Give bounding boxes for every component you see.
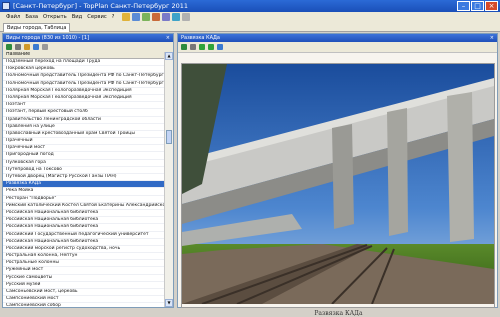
preview-toolbar xyxy=(178,42,497,53)
list-item[interactable]: Река Мойка xyxy=(3,188,166,196)
list-item[interactable]: Поэтант, первый крестовый столб xyxy=(3,109,166,117)
menu-view[interactable]: Вид xyxy=(72,14,83,20)
window-icon[interactable] xyxy=(162,13,171,21)
preview-pane: Развязка КАДа × Развязка КАДа xyxy=(177,33,498,317)
close-preview-icon[interactable]: × xyxy=(490,34,494,42)
list-item[interactable]: Полномочный представитель Президента РФ … xyxy=(3,73,166,81)
maximize-button[interactable]: □ xyxy=(471,1,484,11)
save-icon[interactable] xyxy=(132,13,141,21)
arrow-left-icon[interactable] xyxy=(199,44,205,50)
list-item[interactable]: Полномочный представитель Президента РФ … xyxy=(3,81,166,88)
list-item[interactable]: Ростральные колонны xyxy=(3,260,166,268)
tab-city-views[interactable]: Виды города, Таблица xyxy=(3,23,71,32)
tab-row: Виды города, Таблица xyxy=(0,22,500,32)
interchange-photo xyxy=(182,64,494,304)
filter-icon[interactable] xyxy=(24,44,30,50)
list-item[interactable]: Российский Государственный педагогически… xyxy=(3,232,166,239)
list-item[interactable]: Российская Национальная библиотека xyxy=(3,224,166,232)
list-item[interactable]: Римский католический Костёл Святой Екате… xyxy=(3,203,166,210)
list-item[interactable]: Русские самоцветы xyxy=(3,275,166,282)
scroll-down-icon[interactable]: ▼ xyxy=(165,299,173,307)
title-bar: [Санкт-Петербург] - TopPlan Санкт-Петерб… xyxy=(0,0,500,12)
list-item[interactable]: Ресторан "Подворье" xyxy=(3,196,166,203)
print-icon[interactable] xyxy=(190,44,196,50)
list-item[interactable]: Полярная Морская Геологоразведочная Эксп… xyxy=(3,88,166,95)
print-icon[interactable] xyxy=(15,44,21,50)
list-item[interactable]: Прачечный xyxy=(3,138,166,146)
list-item[interactable]: Сампсониевский собор xyxy=(3,303,166,307)
list-pane-header: Виды города (830 из 1010) - [1] × xyxy=(3,34,173,42)
scroll-thumb[interactable] xyxy=(166,130,172,144)
list-item[interactable]: Русский музей xyxy=(3,282,166,289)
check-icon[interactable] xyxy=(181,44,187,50)
column-header-name[interactable]: Название xyxy=(3,52,166,59)
menu-file[interactable]: Файл xyxy=(6,14,20,20)
close-pane-icon[interactable]: × xyxy=(166,34,170,42)
menu-base[interactable]: База xyxy=(25,14,38,20)
list-item[interactable]: Российская Национальная библиотека xyxy=(3,217,166,225)
folder-icon[interactable] xyxy=(122,13,131,21)
list-item[interactable]: Развязка КАДа xyxy=(3,181,166,189)
list-item[interactable]: Прачечный мост xyxy=(3,145,166,153)
list-item[interactable]: Пригородный погод xyxy=(3,152,166,160)
list-pane: Виды города (830 из 1010) - [1] × Назван… xyxy=(2,33,174,308)
settings-icon[interactable] xyxy=(182,13,191,21)
list-item[interactable]: Российская Национальная библиотека xyxy=(3,210,166,218)
refresh-icon[interactable] xyxy=(142,13,151,21)
menu-help[interactable]: ? xyxy=(112,14,115,20)
list-item[interactable]: Подземный переход на площади Труда xyxy=(3,59,166,67)
list-item[interactable]: Самсоньевский мост, церковь xyxy=(3,289,166,297)
arrow-right-icon[interactable] xyxy=(208,44,214,50)
photo-caption: Развязка КАДа xyxy=(314,310,363,317)
print-icon[interactable] xyxy=(152,13,161,21)
list-item[interactable]: Поэтант xyxy=(3,102,166,110)
menu-bar: Файл База Открыть Вид Сервис ? xyxy=(0,12,500,22)
window-title: [Санкт-Петербург] - TopPlan Санкт-Петерб… xyxy=(13,2,189,10)
list-item[interactable]: Российский морской регистр судоходства, … xyxy=(3,246,166,254)
list-item[interactable]: Сампсониевский мост xyxy=(3,296,166,304)
check-icon[interactable] xyxy=(6,44,12,50)
help-icon[interactable] xyxy=(172,13,181,21)
list-item[interactable]: Российская Национальная библиотека xyxy=(3,239,166,246)
list-item[interactable]: Полярная Морская Геологоразведочная Эксп… xyxy=(3,95,166,103)
close-button[interactable]: × xyxy=(485,1,498,11)
list-item[interactable]: Ростральная колонна, Нептун xyxy=(3,253,166,261)
menu-open[interactable]: Открыть xyxy=(43,14,67,20)
list-item[interactable]: Покровская церковь xyxy=(3,66,166,74)
list-item[interactable]: Ружейный мост xyxy=(3,267,166,275)
menu-service[interactable]: Сервис xyxy=(87,14,106,20)
app-icon xyxy=(2,2,10,10)
preview-title: Развязка КАДа xyxy=(181,35,220,41)
list-scrollbar[interactable]: ▲ ▼ xyxy=(164,52,173,307)
scroll-up-icon[interactable]: ▲ xyxy=(165,52,173,60)
list-item[interactable]: Путепровод на Токсово xyxy=(3,167,166,174)
minimize-button[interactable]: – xyxy=(457,1,470,11)
list-item[interactable]: Правления на улице xyxy=(3,124,166,131)
view-icon[interactable] xyxy=(217,44,223,50)
list-item[interactable]: Пулковская гора xyxy=(3,160,166,167)
list-pane-title: Виды города (830 из 1010) - [1] xyxy=(6,35,90,41)
list-item[interactable]: Путевой дворец (Магистр Русской Ганзы ПА… xyxy=(3,174,166,182)
preview-pane-header: Развязка КАДа × xyxy=(178,34,497,42)
list-item[interactable]: Православный крестовозданный храм Святой… xyxy=(3,131,166,139)
city-views-list: Название Подземный переход на площади Тр… xyxy=(3,52,166,307)
list-item[interactable]: Правительство Ленинградской области xyxy=(3,117,166,124)
search-icon[interactable] xyxy=(33,44,39,50)
options-icon[interactable] xyxy=(42,44,48,50)
